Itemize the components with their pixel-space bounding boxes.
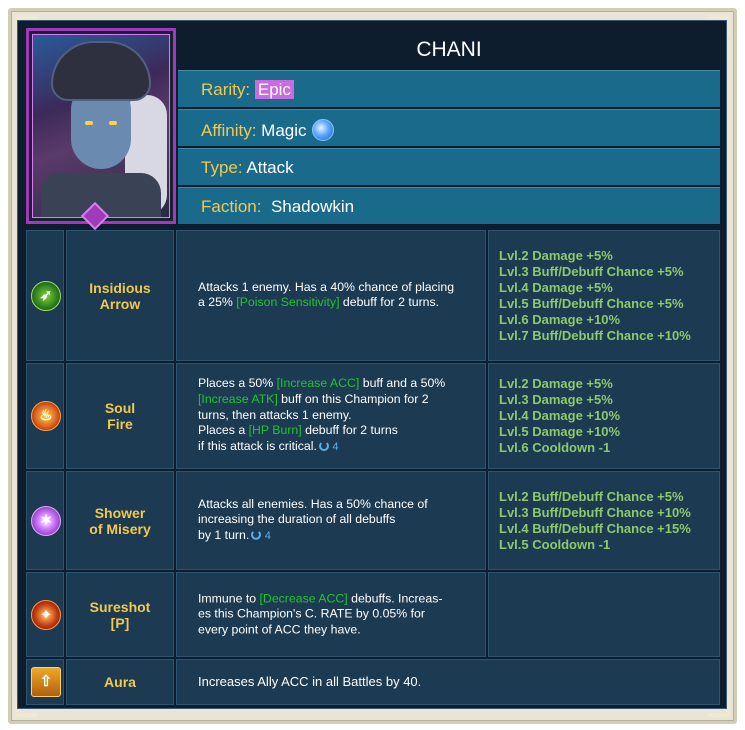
type-row: Type: Attack <box>178 148 720 185</box>
skill-row-soul-fire: ♨ Soul Fire Places a 50% [Increase ACC] b… <box>26 363 720 469</box>
skill-row-insidious-arrow: ➶ Insidious Arrow Attacks 1 enemy. Has a … <box>26 230 720 361</box>
misery-skill-icon: ✶ <box>31 505 61 536</box>
skill-name: Insidious Arrow <box>89 279 151 312</box>
affinity-label: Affinity: <box>201 121 257 140</box>
rarity-label: Rarity: <box>201 80 251 99</box>
aura-label: Aura <box>104 674 136 690</box>
affinity-value: Magic <box>261 121 307 140</box>
aura-description: Increases Ally ACC in all Battles by 40. <box>198 674 422 690</box>
magic-affinity-icon <box>311 119 334 141</box>
cooldown-icon <box>318 441 329 452</box>
type-value: Attack <box>246 158 294 177</box>
portrait-art <box>32 34 170 218</box>
title-bar: CHANI <box>178 28 720 70</box>
aura-row: ⇧ Aura Increases Ally ACC in all Battles… <box>26 659 720 705</box>
faction-label: Faction: <box>201 197 262 216</box>
rarity-row: Rarity: Epic <box>178 70 720 107</box>
cooldown-icon <box>251 529 262 540</box>
skill-description: Places a 50% [Increase ACC] buff and a 5… <box>198 376 446 454</box>
champion-portrait <box>26 28 176 224</box>
skill-name: Soul Fire <box>104 400 136 432</box>
buff-increase-acc: [Increase ACC] <box>276 376 360 391</box>
cooldown-value: 4 <box>264 529 271 542</box>
faction-value: Shadowkin <box>270 197 355 216</box>
skill-row-sureshot: ⌖ Sureshot [P] Immune to [Decrease ACC] d… <box>26 572 720 657</box>
sureshot-skill-icon: ⌖ <box>31 599 61 630</box>
faction-row: Faction: Shadowkin <box>178 187 720 224</box>
aura-arrow-icon: ⇧ <box>31 667 61 697</box>
debuff-poison-sensitivity: [Poison Sensitivity] <box>236 295 340 310</box>
type-label: Type: <box>201 158 243 177</box>
arrow-skill-icon: ➶ <box>31 280 61 311</box>
skill-description: Attacks 1 enemy. Has a 40% chance of pla… <box>198 279 455 310</box>
debuff-hp-burn: [HP Burn] <box>248 423 302 438</box>
buff-increase-atk: [Increase ATK] <box>198 391 278 406</box>
skill-bonuses: Lvl.2 Damage +5% Lvl.3 Damage +5% Lvl.4 Da… <box>499 376 621 455</box>
affinity-row: Affinity: Magic <box>178 109 720 146</box>
skill-bonuses: Lvl.2 Damage +5% Lvl.3 Buff/Debuff Chance… <box>499 247 691 343</box>
rarity-value: Epic <box>254 80 294 99</box>
skill-description: Immune to [Decrease ACC] debuffs. Increa… <box>198 590 443 637</box>
skill-row-shower-of-misery: ✶ Shower of Misery Attacks all enemies. H… <box>26 471 720 570</box>
fire-skill-icon: ♨ <box>31 401 61 431</box>
skill-bonuses-empty <box>488 572 720 657</box>
debuff-decrease-acc: [Decrease ACC] <box>259 590 348 605</box>
skill-bonuses: Lvl.2 Buff/Debuff Chance +5% Lvl.3 Buff/D… <box>499 488 691 552</box>
skill-name: Sureshot [P] <box>89 598 151 631</box>
champion-name: CHANI <box>416 38 482 61</box>
cooldown-value: 4 <box>332 441 339 454</box>
skill-name: Shower of Misery <box>89 504 151 537</box>
skill-description: Attacks all enemies. Has a 50% chance of… <box>198 496 428 542</box>
